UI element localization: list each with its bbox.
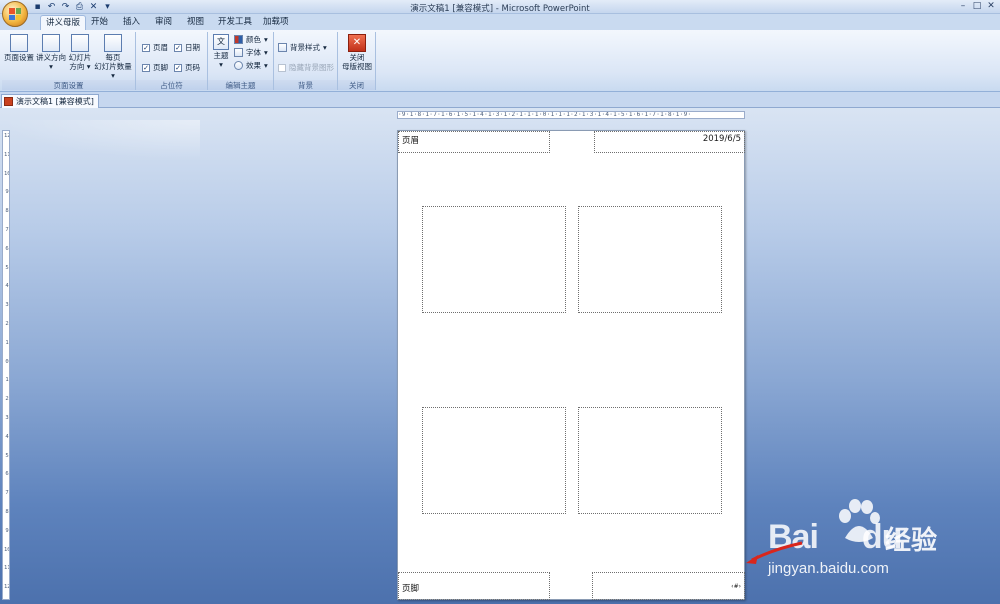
page-setup-icon [10, 34, 28, 52]
date-placeholder[interactable]: 2019/6/5 [594, 131, 745, 153]
slide-thumbnail-slot[interactable] [422, 206, 566, 313]
group-label: 页面设置 [2, 80, 135, 90]
background-styles-button[interactable]: 背景样式 ▾ [278, 42, 327, 53]
effects-icon [234, 61, 243, 70]
ruler-tick: 4 [5, 283, 9, 290]
group-label: 背景 [274, 80, 337, 90]
ruler-tick: 2 [5, 396, 9, 403]
ruler-tick: 10 [4, 546, 10, 553]
hide-background-checkbox[interactable]: 隐藏背景图形 [278, 62, 334, 73]
office-logo-icon [9, 8, 21, 20]
slide-thumbnail-slot[interactable] [578, 206, 722, 313]
footer-placeholder[interactable]: 页脚 [398, 572, 550, 600]
checkbox-icon: ✓ [174, 63, 182, 72]
tab-developer[interactable]: 开发工具 [213, 15, 257, 30]
ruler-tick: 12 [4, 133, 10, 139]
window-title: 演示文稿1 [兼容模式] - Microsoft PowerPoint [410, 4, 590, 14]
tab-view[interactable]: 视图 [182, 15, 209, 30]
document-tab[interactable]: 演示文稿1 [兼容模式] [1, 94, 99, 108]
ruler-tick: 6 [5, 471, 9, 478]
maximize-icon[interactable]: □ [970, 0, 984, 13]
ruler-tick: 9 [5, 189, 9, 196]
ruler-tick: 8 [5, 509, 9, 515]
tab-insert[interactable]: 插入 [118, 15, 145, 30]
ruler-tick: 4 [5, 433, 9, 440]
slides-per-page-button[interactable]: 每页 幻灯片数量 ▾ [92, 34, 134, 80]
checkbox-icon [278, 63, 286, 72]
close-master-view-button[interactable]: ✕ 关闭 母版视图 [340, 34, 374, 71]
tab-addins[interactable]: 加载项 [258, 15, 294, 30]
background-swoosh [0, 120, 200, 160]
page-setup-button[interactable]: 页面设置 [3, 34, 35, 62]
group-close: ✕ 关闭 母版视图 关闭 [338, 32, 376, 90]
ribbon: 页面设置 讲义方向 ▾ 幻灯片 方向 ▾ 每页 幻灯片数量 ▾ 页面设置 ✓ 页眉 … [0, 30, 1000, 92]
ruler-tick: 6 [5, 245, 9, 252]
ruler-tick: 9 [5, 527, 9, 534]
office-button[interactable] [2, 1, 28, 27]
close-master-icon: ✕ [348, 34, 366, 52]
group-label: 编辑主题 [208, 80, 273, 90]
vertical-ruler: 12 11 10 9 8 7 6 5 4 3 2 1 0 1 2 3 4 5 6 7 8 9 10 11 12 [2, 130, 10, 600]
tab-home[interactable]: 开始 [86, 15, 113, 30]
handout-page[interactable]: 页眉 2019/6/5 页脚 ‹#› [397, 130, 745, 600]
group-edit-theme: 文 主题 ▾ 颜色 ▾ 字体 ▾ 效果 ▾ 编辑主题 [208, 32, 274, 90]
colors-icon [234, 35, 243, 44]
ruler-tick: 11 [4, 565, 10, 572]
slide-orientation-icon [71, 34, 89, 52]
horizontal-ruler: ·9·1·8·1·7·1·6·1·5·1·4·1·3·1·2·1·1·1·0·1… [397, 111, 745, 119]
checkbox-icon: ✓ [174, 43, 182, 52]
group-placeholders: ✓ 页眉 ✓ 日期 ✓ 页脚 ✓ 页码 占位符 [136, 32, 208, 90]
document-tab-bar: 演示文稿1 [兼容模式] [0, 92, 1000, 108]
group-label: 占位符 [136, 80, 207, 90]
page-number-checkbox[interactable]: ✓ 页码 [174, 62, 200, 73]
ruler-tick: 0 [5, 358, 9, 365]
group-background: 背景样式 ▾ 隐藏背景图形 背景 [274, 32, 338, 90]
background-styles-icon [278, 43, 287, 52]
ruler-tick: 10 [4, 170, 10, 177]
orientation-icon [42, 34, 60, 52]
slides-per-page-icon [104, 34, 122, 52]
header-checkbox[interactable]: ✓ 页眉 [142, 42, 168, 53]
handout-orientation-button[interactable]: 讲义方向 ▾ [35, 34, 67, 71]
tab-handout-master[interactable]: 讲义母版 [40, 15, 87, 30]
ruler-tick: 8 [5, 208, 9, 215]
ruler-tick: 12 [4, 584, 10, 591]
fonts-icon [234, 48, 243, 57]
ruler-tick: 5 [5, 264, 9, 271]
page-number-placeholder[interactable]: ‹#› [592, 572, 745, 600]
baidu-jingyan-text: 经验 [885, 526, 938, 556]
minimize-icon[interactable]: – [956, 0, 970, 13]
ruler-tick: 7 [5, 227, 9, 233]
close-window-icon[interactable]: ✕ [984, 0, 998, 13]
theme-icon: 文 [213, 34, 229, 50]
header-placeholder[interactable]: 页眉 [398, 131, 550, 153]
ruler-tick: 3 [5, 302, 9, 309]
ruler-tick: 1 [5, 339, 9, 346]
slide-thumbnail-slot[interactable] [578, 407, 722, 514]
ribbon-tabs: 讲义母版 开始 插入 审阅 视图 开发工具 加载项 [0, 14, 1000, 30]
fonts-button[interactable]: 字体 ▾ [234, 47, 268, 58]
footer-checkbox[interactable]: ✓ 页脚 [142, 62, 168, 73]
tab-review[interactable]: 审阅 [150, 15, 177, 30]
window-controls: – □ ✕ [956, 0, 998, 13]
date-checkbox[interactable]: ✓ 日期 [174, 42, 200, 53]
colors-button[interactable]: 颜色 ▾ [234, 34, 268, 45]
group-label: 关闭 [338, 80, 375, 90]
title-bar: ▪ ↶ ↷ ⎙ ✕ ▾ 演示文稿1 [兼容模式] - Microsoft Pow… [0, 0, 1000, 14]
effects-button[interactable]: 效果 ▾ [234, 60, 268, 71]
checkbox-icon: ✓ [142, 43, 150, 52]
theme-button[interactable]: 文 主题 ▾ [210, 34, 232, 69]
slide-orientation-button[interactable]: 幻灯片 方向 ▾ [66, 34, 94, 71]
ruler-tick: 3 [5, 415, 9, 421]
red-arrow-annotation [746, 541, 803, 564]
slide-thumbnail-slot[interactable] [422, 407, 566, 514]
ruler-tick: 11 [4, 151, 10, 158]
ruler-tick: 2 [5, 321, 9, 327]
group-page-setup: 页面设置 讲义方向 ▾ 幻灯片 方向 ▾ 每页 幻灯片数量 ▾ 页面设置 [2, 32, 136, 90]
powerpoint-file-icon [4, 97, 13, 106]
ruler-tick: 1 [5, 377, 9, 384]
checkbox-icon: ✓ [142, 63, 150, 72]
ruler-tick: 7 [5, 490, 9, 497]
ruler-tick: 5 [5, 452, 9, 459]
